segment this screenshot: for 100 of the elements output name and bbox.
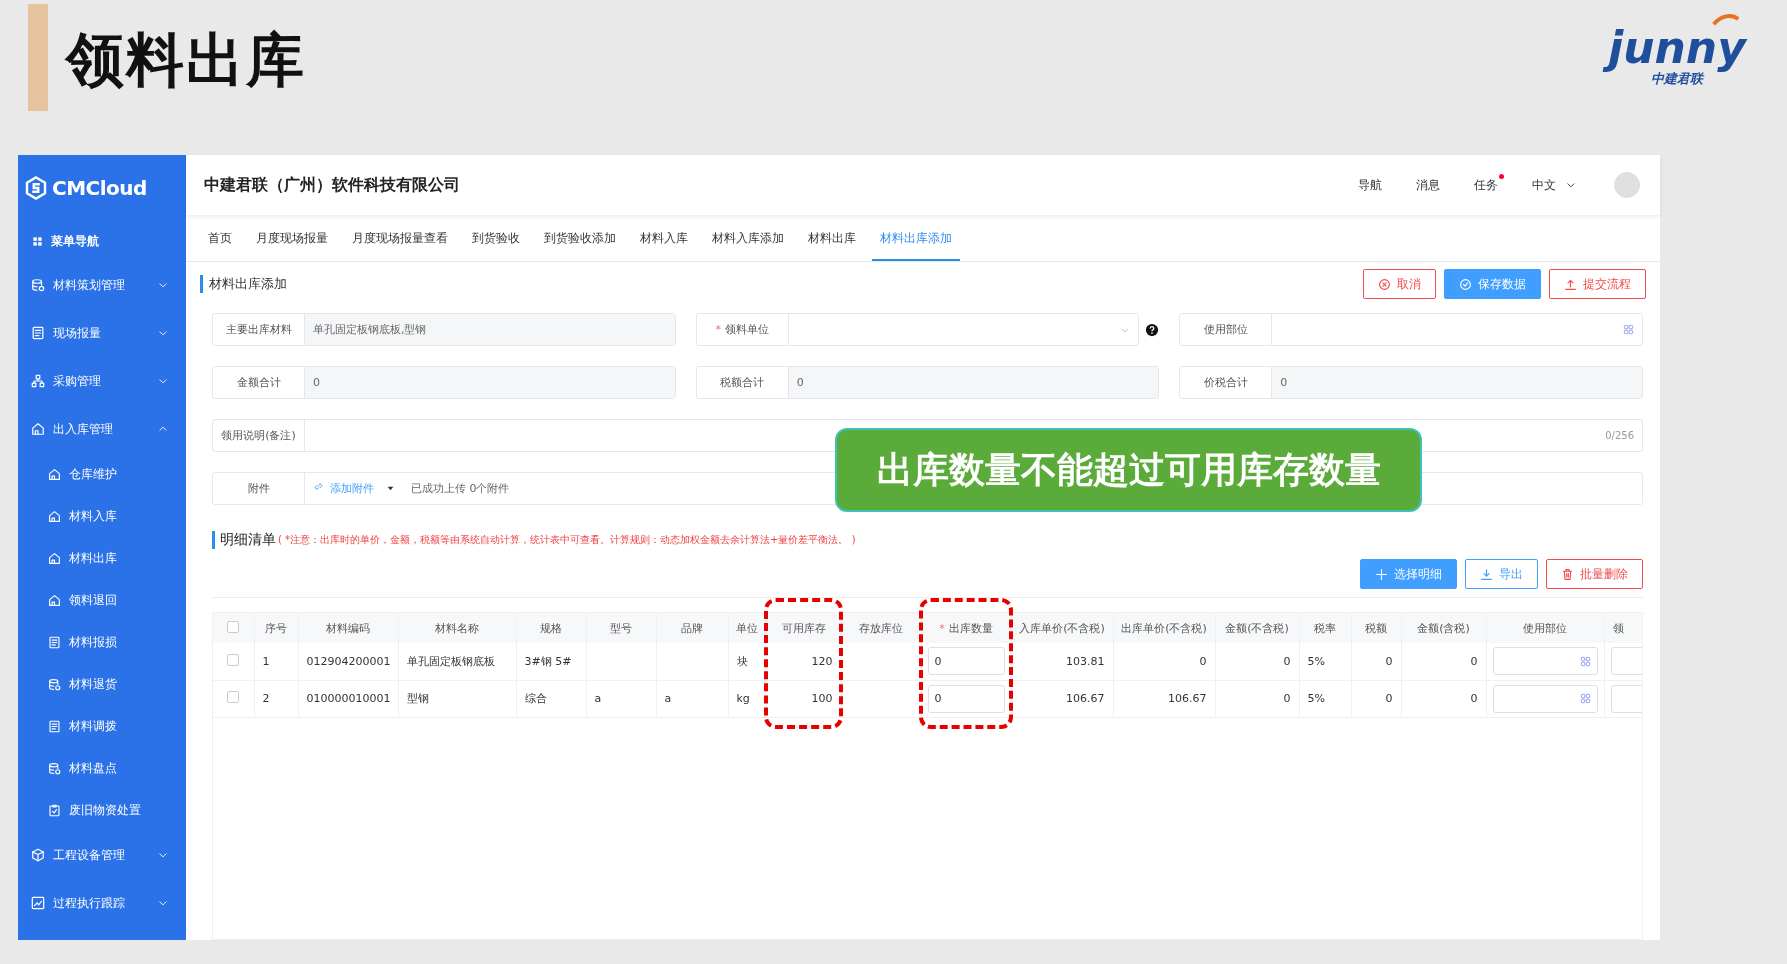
header-link[interactable]: 任务 (1474, 176, 1498, 194)
field-value: 单孔固定板钢底板,型钢 (313, 322, 427, 337)
column-header: 税额 (1365, 621, 1387, 635)
tab[interactable]: 到货验收添加 (536, 230, 624, 261)
house-icon (48, 509, 61, 523)
column-header: 使用部位 (1523, 621, 1567, 635)
chevron-down-icon (158, 898, 168, 908)
grid-icon (1623, 324, 1634, 335)
sidebar-subitem[interactable]: 材料盘点 (18, 747, 186, 789)
table-cell: kg (736, 692, 750, 705)
chevron-down-icon (158, 280, 168, 290)
company-name: 中建君联（广州）软件科技有限公司 (204, 174, 461, 196)
sidebar-subitem[interactable]: 材料入库 (18, 495, 186, 537)
tab[interactable]: 到货验收 (464, 230, 528, 261)
table-cell: 0 (1283, 654, 1291, 668)
input-field[interactable]: 0 (927, 647, 1005, 676)
house-icon (31, 422, 45, 436)
sidebar-subitem[interactable]: 材料调拨 (18, 705, 186, 747)
column-header: 单位 (736, 621, 758, 635)
tab[interactable]: 月度现场报量 (248, 230, 336, 261)
button[interactable]: 取消 (1363, 269, 1436, 299)
required-mark: * (939, 621, 945, 635)
sidebar-subitem[interactable]: 仓库维护 (18, 453, 186, 495)
column-header: 品牌 (681, 621, 703, 635)
checkbox[interactable] (227, 653, 240, 666)
header-link[interactable]: 消息 (1416, 176, 1440, 194)
sidebar-item[interactable]: 现场报量 (18, 309, 186, 357)
table-cell: 0 (1385, 654, 1393, 668)
table-cell: 0 (1470, 654, 1478, 668)
table-cell: 块 (736, 654, 748, 668)
column-header: 序号 (265, 621, 287, 635)
tab[interactable]: 材料出库 (800, 230, 864, 261)
sidebar-item[interactable]: 材料策划管理 (18, 261, 186, 309)
sidebar-item[interactable]: 过程执行跟踪 (18, 879, 186, 927)
page-title: 材料出库添加 (200, 275, 287, 293)
input-field[interactable]: 0 (927, 684, 1005, 713)
tab[interactable]: 材料入库 (632, 230, 696, 261)
tab[interactable]: 月度现场报量查看 (344, 230, 456, 261)
app-logo-text: CMCloud (52, 176, 147, 200)
checkbox[interactable] (227, 620, 240, 633)
checkbox[interactable] (227, 691, 240, 703)
clipboard-icon (48, 803, 61, 817)
check-circle-icon (1459, 277, 1472, 291)
language-selector[interactable]: 中文 (1532, 176, 1576, 194)
table-cell: 106.67 (1168, 692, 1207, 705)
document-icon (48, 719, 61, 733)
callout-banner: 出库数量不能超过可用库存数量 (835, 428, 1422, 512)
button[interactable]: 导出 (1465, 559, 1538, 589)
button[interactable]: 提交流程 (1549, 269, 1646, 299)
table-cell: 103.81 (1066, 654, 1105, 668)
chevron-down-icon (158, 328, 168, 338)
table-cell: 3#钢 5# (524, 654, 572, 668)
table-cell: a (664, 692, 672, 705)
chevron-down-icon (1566, 180, 1576, 190)
sidebar-item[interactable]: 工程设备管理 (18, 831, 186, 879)
circle-x-icon (1378, 277, 1391, 291)
form-field[interactable]: * 领料单位 (695, 313, 1140, 346)
sidebar-subitem[interactable]: 废旧物资处置 (18, 789, 186, 831)
input-field[interactable] (1492, 647, 1598, 676)
tab[interactable]: 首页 (200, 230, 240, 261)
column-header: 可用库存 (781, 621, 826, 635)
sidebar-item[interactable]: 采购管理 (18, 357, 186, 405)
column-header: 税率 (1314, 621, 1336, 635)
table-cell: 型钢 (406, 692, 429, 705)
field-label: 附件 (247, 481, 270, 496)
button[interactable]: 选择明细 (1360, 559, 1457, 589)
sidebar-item[interactable]: 出入库管理 (18, 405, 186, 453)
sidebar-item[interactable]: 菜单导航 (18, 221, 186, 261)
sidebar-subitem[interactable]: 领料退回 (18, 579, 186, 621)
slide-title: 领料出库 (66, 25, 306, 96)
sidebar-subitem[interactable]: 材料出库 (18, 537, 186, 579)
table-cell: 0 (1199, 654, 1207, 668)
avatar[interactable] (1614, 172, 1640, 198)
tab[interactable]: 材料出库添加 (872, 230, 960, 261)
header-link[interactable]: 导航 (1358, 176, 1382, 194)
column-header: 材料名称 (435, 621, 479, 635)
tab[interactable]: 材料入库添加 (704, 230, 792, 261)
table-cell: a (594, 692, 602, 705)
button[interactable]: 批量删除 (1546, 559, 1643, 589)
caret-down-icon (386, 484, 395, 493)
table-cell: 100 (811, 692, 833, 705)
form-field[interactable]: 使用部位 (1179, 313, 1643, 346)
sidebar-subitem[interactable]: 材料报损 (18, 621, 186, 663)
grid-icon (1579, 655, 1591, 667)
chevron-down-icon (158, 376, 168, 386)
table-cell: 0 (1470, 692, 1478, 705)
table-cell: 012904200001 (306, 654, 391, 668)
sidebar-subitem[interactable]: 材料退货 (18, 663, 186, 705)
table-cell: 0 (1385, 692, 1393, 705)
field-label: 价税合计 (1203, 375, 1248, 390)
database-icon (48, 677, 61, 691)
column-header: 材料编码 (326, 621, 370, 635)
button[interactable]: 保存数据 (1444, 269, 1541, 299)
hexagon-logo-icon (24, 176, 48, 200)
link[interactable]: 添加附件 (313, 481, 374, 496)
field-label: 领用说明(备注) (221, 428, 296, 443)
field-label: 主要出库材料 (225, 322, 292, 337)
note-text: ( *注意：出库时的单价，金额，税额等由系统自动计算，统计表中可查看。计算规则：动态加权金额去余计算法+量价差平衡法。 ) (278, 533, 856, 547)
input-field[interactable] (1492, 684, 1598, 713)
plus-icon (1375, 567, 1388, 581)
